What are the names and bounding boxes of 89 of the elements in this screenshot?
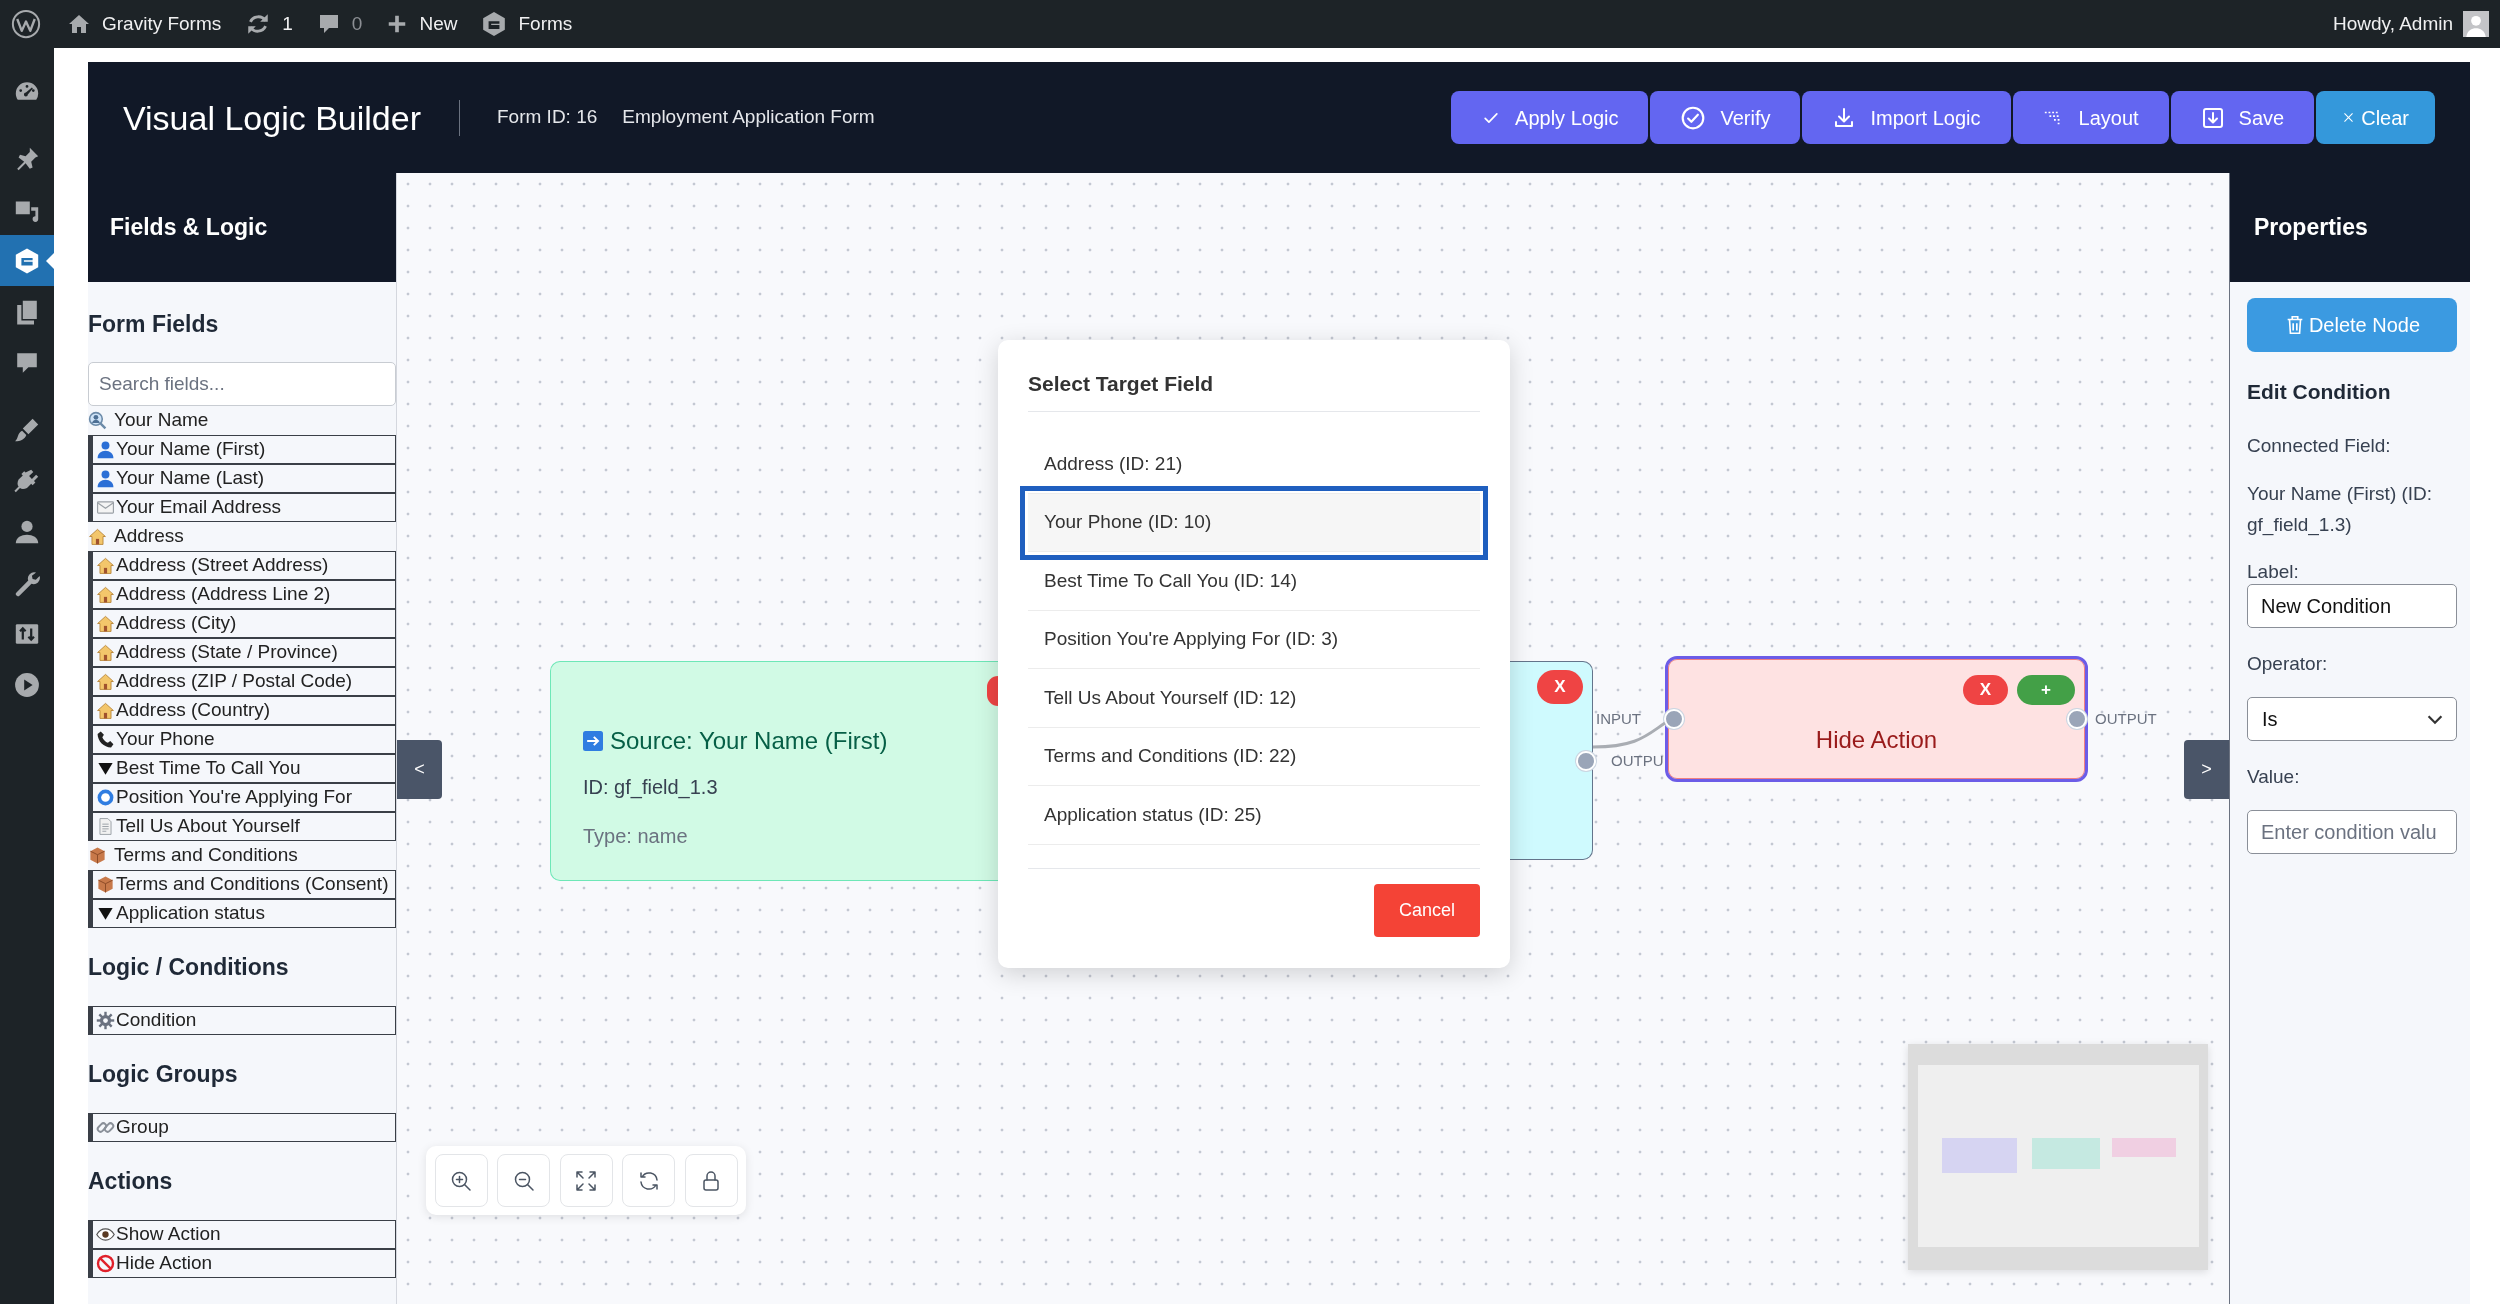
section-heading: Form Fields (88, 310, 220, 339)
search-field[interactable]: Search fields... (88, 362, 396, 406)
section-heading: Actions (88, 1167, 174, 1196)
reset-button[interactable] (622, 1154, 675, 1207)
apply-logic-button[interactable]: Apply Logic (1451, 91, 1649, 144)
layout-button[interactable]: Layout (2012, 91, 2169, 144)
connected-field-value: Your Name (First) (ID: gf_field_1.3) (2247, 482, 2434, 538)
field-label: Operator: (2247, 652, 2329, 676)
output-port[interactable] (2067, 709, 2087, 729)
save-icon (2200, 105, 2225, 130)
updates-link[interactable]: 1 (233, 0, 305, 48)
new-link[interactable]: New (374, 0, 470, 48)
node-detail: Type: name (583, 824, 689, 849)
delete-button[interactable]: X (1537, 670, 1583, 704)
house-icon (96, 672, 115, 691)
delete-button[interactable] (987, 676, 998, 706)
document-icon (96, 817, 115, 836)
package-icon (88, 846, 107, 865)
save-button[interactable]: Save (2170, 91, 2315, 144)
field-option[interactable]: Best Time To Call You (ID: 14) (1028, 552, 1480, 611)
app-title: Visual Logic Builder (123, 97, 421, 139)
check-circle-icon (1680, 104, 1707, 131)
field-label: Label: (2247, 560, 2300, 584)
prohibited-icon (96, 1254, 115, 1273)
logo-icon[interactable] (11, 9, 41, 39)
form-name: Employment Application Form (622, 105, 875, 130)
account-link[interactable]: Howdy, Admin (2320, 0, 2500, 48)
field-group-item[interactable]: Your Name (88, 406, 396, 435)
envelope-icon (96, 498, 115, 517)
port-label: OUTPUT (2095, 709, 2157, 729)
node-title: Source: Your Name (First) (610, 726, 888, 756)
house-icon (96, 701, 115, 720)
field-group-item[interactable]: Terms and Conditions (88, 841, 396, 870)
gear-icon (96, 1011, 115, 1030)
menu-item[interactable] (0, 235, 54, 286)
lock-button[interactable] (684, 1154, 738, 1207)
house-icon (96, 643, 115, 662)
radio-button-icon (96, 788, 115, 807)
import-logic-button[interactable]: Import Logic (1802, 91, 2011, 144)
properties-header: Properties (2230, 173, 2470, 282)
minimap-node (2112, 1138, 2176, 1157)
house-icon (96, 614, 115, 633)
arrow-right-icon (583, 731, 603, 751)
house-icon (96, 556, 115, 575)
person-icon (96, 469, 115, 488)
comments-link[interactable]: 0 (304, 0, 375, 48)
hexagon-logo-icon (13, 246, 41, 275)
zoom-out-button[interactable] (497, 1154, 550, 1207)
fit-view-button[interactable] (559, 1154, 613, 1207)
verify-button[interactable]: Verify (1650, 91, 1801, 144)
zoom-in-button[interactable] (434, 1154, 488, 1207)
section-heading: Logic / Conditions (88, 953, 290, 982)
left-panel-toggle[interactable]: < (397, 740, 442, 799)
text-field[interactable]: Enter condition valu (2247, 810, 2457, 854)
dialog-title: Select Target Field (1028, 371, 1215, 397)
hexagon-logo-icon (481, 11, 508, 37)
home-icon (67, 12, 91, 36)
text-field[interactable]: New Condition (2247, 584, 2457, 628)
field-group-item[interactable]: Address (88, 522, 396, 551)
user-search-icon (88, 411, 107, 430)
package-icon (96, 875, 115, 894)
delete-button[interactable]: X (1963, 675, 2008, 705)
house-icon (88, 527, 107, 546)
node-detail: ID: gf_field_1.3 (583, 775, 719, 801)
form-id: Form ID: 16 (497, 105, 598, 130)
panel-heading: Edit Condition (2247, 379, 2392, 405)
expand-icon (574, 1168, 598, 1193)
play-icon (13, 670, 41, 699)
sidebar-header: Fields & Logic (88, 173, 396, 282)
phone-icon (96, 730, 115, 749)
field-label: Value: (2247, 765, 2301, 789)
person-icon (96, 440, 115, 459)
eye-icon (96, 1225, 115, 1244)
cancel-button[interactable]: Cancel (1374, 883, 1480, 937)
house-icon (96, 585, 115, 604)
field-label: Connected Field: (2247, 434, 2392, 458)
port-label: OUTPU (1611, 751, 1664, 771)
close-icon (2342, 111, 2356, 124)
input-port[interactable] (1664, 709, 1684, 729)
site-link[interactable]: Gravity Forms (55, 0, 234, 48)
section-heading: Logic Groups (88, 1060, 239, 1089)
minimap-node (2032, 1138, 2100, 1169)
select-field[interactable]: Is (2247, 697, 2457, 741)
avatar-icon (2463, 11, 2489, 37)
right-panel-toggle[interactable]: > (2184, 740, 2229, 799)
port-label: INPUT (1596, 709, 1641, 729)
forms-link[interactable]: Forms (469, 0, 585, 48)
node-title: Hide Action (1815, 725, 1938, 755)
source-node[interactable]: Source: Your Name (First) ID: gf_field_1.3 Type: name (550, 661, 998, 881)
